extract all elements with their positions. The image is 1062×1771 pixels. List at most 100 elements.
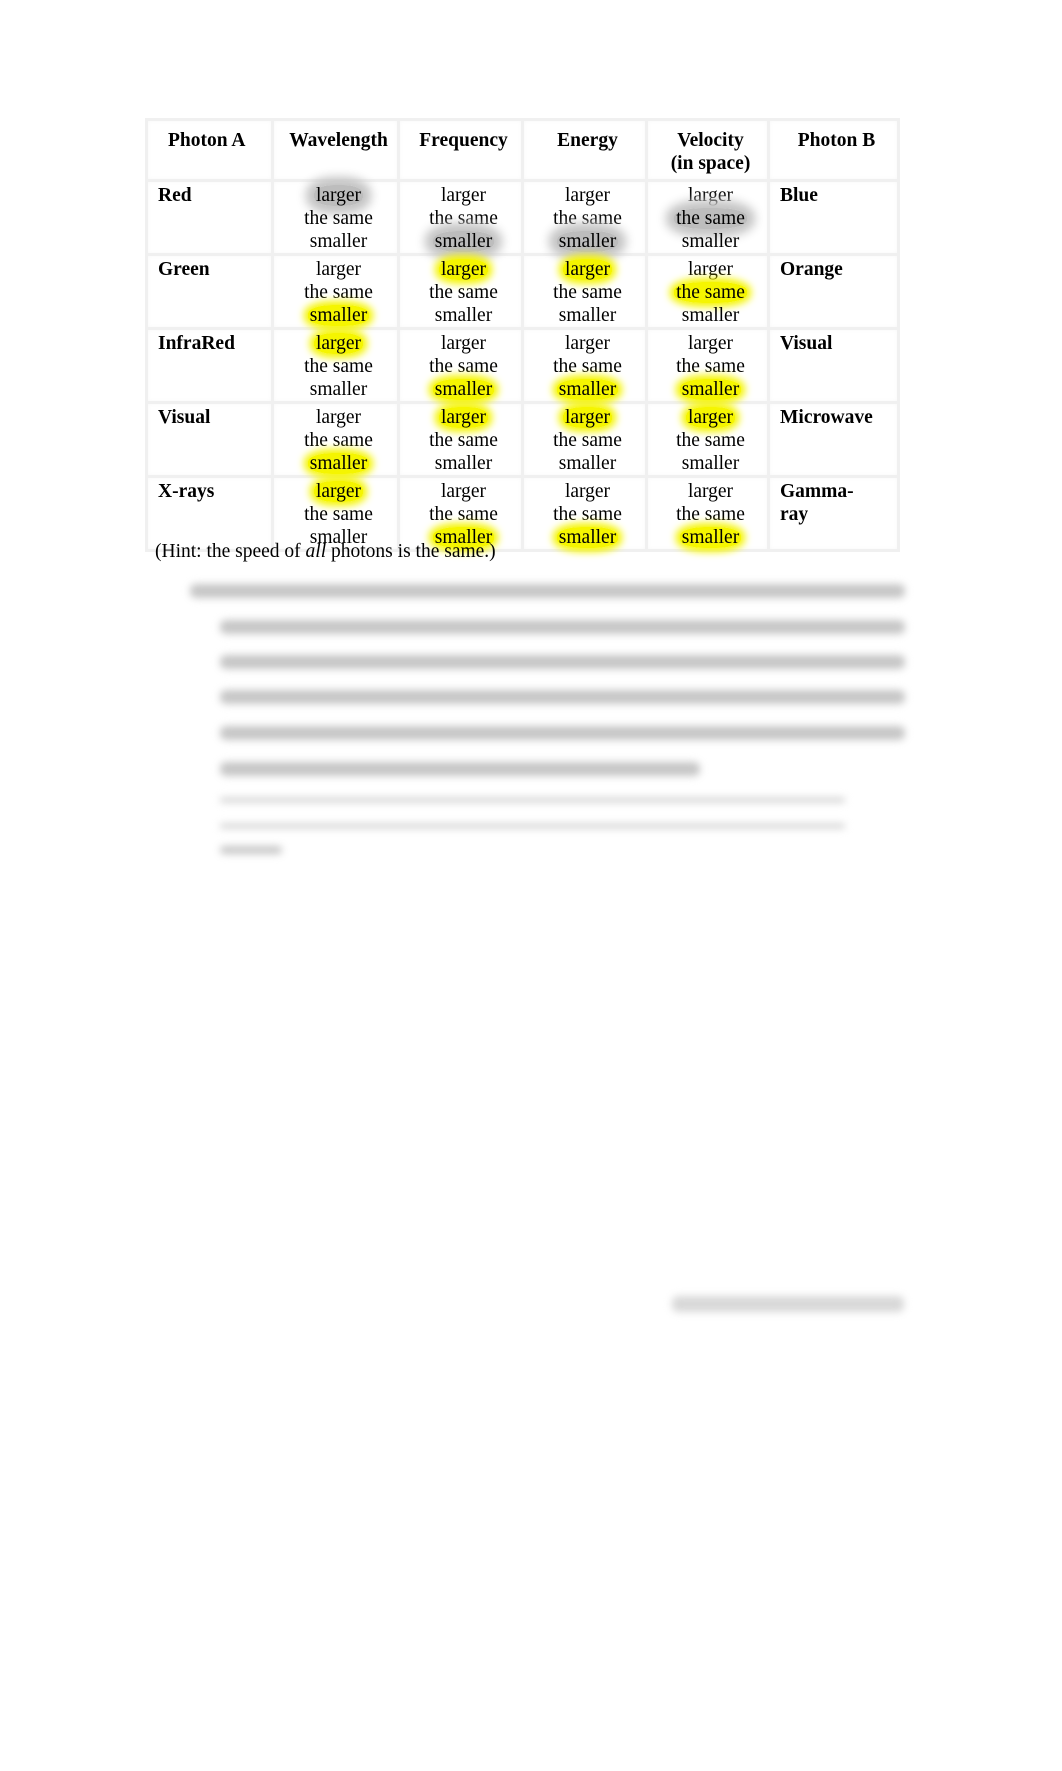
blurred-answer-line <box>220 798 845 802</box>
selected-option[interactable]: larger <box>534 258 641 281</box>
option[interactable]: larger <box>658 184 763 207</box>
option-label: the same <box>553 356 622 377</box>
selected-option[interactable]: smaller <box>534 526 641 549</box>
option-label: the same <box>676 504 745 525</box>
option[interactable]: larger <box>658 332 763 355</box>
selected-option[interactable]: larger <box>410 406 517 429</box>
blurred-line <box>220 620 905 634</box>
option-label: the same <box>553 430 622 451</box>
option-label: the same <box>429 282 498 303</box>
option[interactable]: the same <box>658 429 763 452</box>
option[interactable]: the same <box>534 503 641 526</box>
table-row: X-rays larger the same smaller larger the sam… <box>145 475 900 552</box>
wavelength-cell: larger the same smaller <box>271 475 400 552</box>
option-label: the same <box>676 430 745 451</box>
selected-option[interactable]: smaller <box>284 304 393 327</box>
selected-option[interactable]: larger <box>658 406 763 429</box>
photon-b-cell: Orange <box>767 253 900 330</box>
option[interactable]: the same <box>410 281 517 304</box>
selected-option[interactable]: larger <box>284 480 393 503</box>
option-label: smaller <box>556 379 619 400</box>
option[interactable]: larger <box>284 258 393 281</box>
option-label: larger <box>313 481 364 502</box>
wavelength-cell: larger the same smaller <box>271 179 400 256</box>
velocity-cell: larger the same smaller <box>645 401 770 478</box>
selected-option[interactable]: smaller <box>658 378 763 401</box>
option[interactable]: smaller <box>658 230 763 253</box>
option[interactable]: smaller <box>284 230 393 253</box>
photon-b-line: Gamma- <box>780 481 854 502</box>
selected-option[interactable]: larger <box>284 184 393 207</box>
option-label: larger <box>440 185 487 206</box>
header-velocity-line2: (in space) <box>670 153 751 174</box>
option[interactable]: larger <box>658 258 763 281</box>
option[interactable]: smaller <box>410 452 517 475</box>
photon-b-cell: Gamma-ray <box>767 475 900 552</box>
selected-option[interactable]: smaller <box>658 526 763 549</box>
option-label: the same <box>553 208 622 229</box>
selected-option[interactable]: smaller <box>284 452 393 475</box>
option[interactable]: larger <box>534 184 641 207</box>
photon-b-cell: Microwave <box>767 401 900 478</box>
selected-option[interactable]: larger <box>534 406 641 429</box>
option-label: larger <box>687 333 734 354</box>
selected-option[interactable]: smaller <box>410 230 517 253</box>
selected-option[interactable]: larger <box>284 332 393 355</box>
option-label: larger <box>440 481 487 502</box>
velocity-cell: larger the same smaller <box>645 253 770 330</box>
option[interactable]: smaller <box>410 304 517 327</box>
option[interactable]: the same <box>284 281 393 304</box>
option[interactable]: the same <box>534 207 641 230</box>
option[interactable]: the same <box>534 281 641 304</box>
selected-option[interactable]: smaller <box>410 378 517 401</box>
option-label: the same <box>676 356 745 377</box>
option[interactable]: the same <box>534 429 641 452</box>
option[interactable]: larger <box>534 480 641 503</box>
option-label: smaller <box>558 453 617 474</box>
option-label: smaller <box>309 231 368 252</box>
option[interactable]: the same <box>284 355 393 378</box>
selected-option[interactable]: smaller <box>534 230 641 253</box>
option[interactable]: the same <box>410 503 517 526</box>
option-label: smaller <box>307 453 370 474</box>
wavelength-cell: larger the same smaller <box>271 327 400 404</box>
option[interactable]: smaller <box>658 452 763 475</box>
option[interactable]: larger <box>658 480 763 503</box>
option[interactable]: smaller <box>534 304 641 327</box>
option[interactable]: smaller <box>534 452 641 475</box>
selected-option[interactable]: larger <box>410 258 517 281</box>
option[interactable]: larger <box>410 184 517 207</box>
option[interactable]: larger <box>534 332 641 355</box>
photon-b-line: ray <box>780 504 809 525</box>
selected-option[interactable]: the same <box>658 207 763 230</box>
option[interactable]: the same <box>284 503 393 526</box>
photon-b-cell: Blue <box>767 179 900 256</box>
option[interactable]: larger <box>284 406 393 429</box>
option[interactable]: smaller <box>284 378 393 401</box>
option[interactable]: the same <box>284 429 393 452</box>
option[interactable]: the same <box>410 207 517 230</box>
blurred-answer-line <box>220 824 845 828</box>
option[interactable]: larger <box>410 480 517 503</box>
option-label: smaller <box>434 453 493 474</box>
blurred-line <box>220 846 282 854</box>
option-label: the same <box>429 356 498 377</box>
option[interactable]: the same <box>284 207 393 230</box>
selected-option[interactable]: smaller <box>534 378 641 401</box>
option[interactable]: the same <box>658 503 763 526</box>
option[interactable]: larger <box>410 332 517 355</box>
energy-cell: larger the same smaller <box>521 253 648 330</box>
option[interactable]: smaller <box>658 304 763 327</box>
selected-option[interactable]: the same <box>658 281 763 304</box>
option-label: larger <box>440 333 487 354</box>
option[interactable]: the same <box>410 355 517 378</box>
option-label: smaller <box>309 379 368 400</box>
option-label: larger <box>564 333 611 354</box>
document-page: Photon A Wavelength Frequency Energy Vel… <box>0 0 1062 1771</box>
option-label: the same <box>429 430 498 451</box>
option-label: larger <box>687 185 734 206</box>
option[interactable]: the same <box>534 355 641 378</box>
option[interactable]: the same <box>410 429 517 452</box>
photon-a-cell: Visual <box>145 401 274 478</box>
option[interactable]: the same <box>658 355 763 378</box>
